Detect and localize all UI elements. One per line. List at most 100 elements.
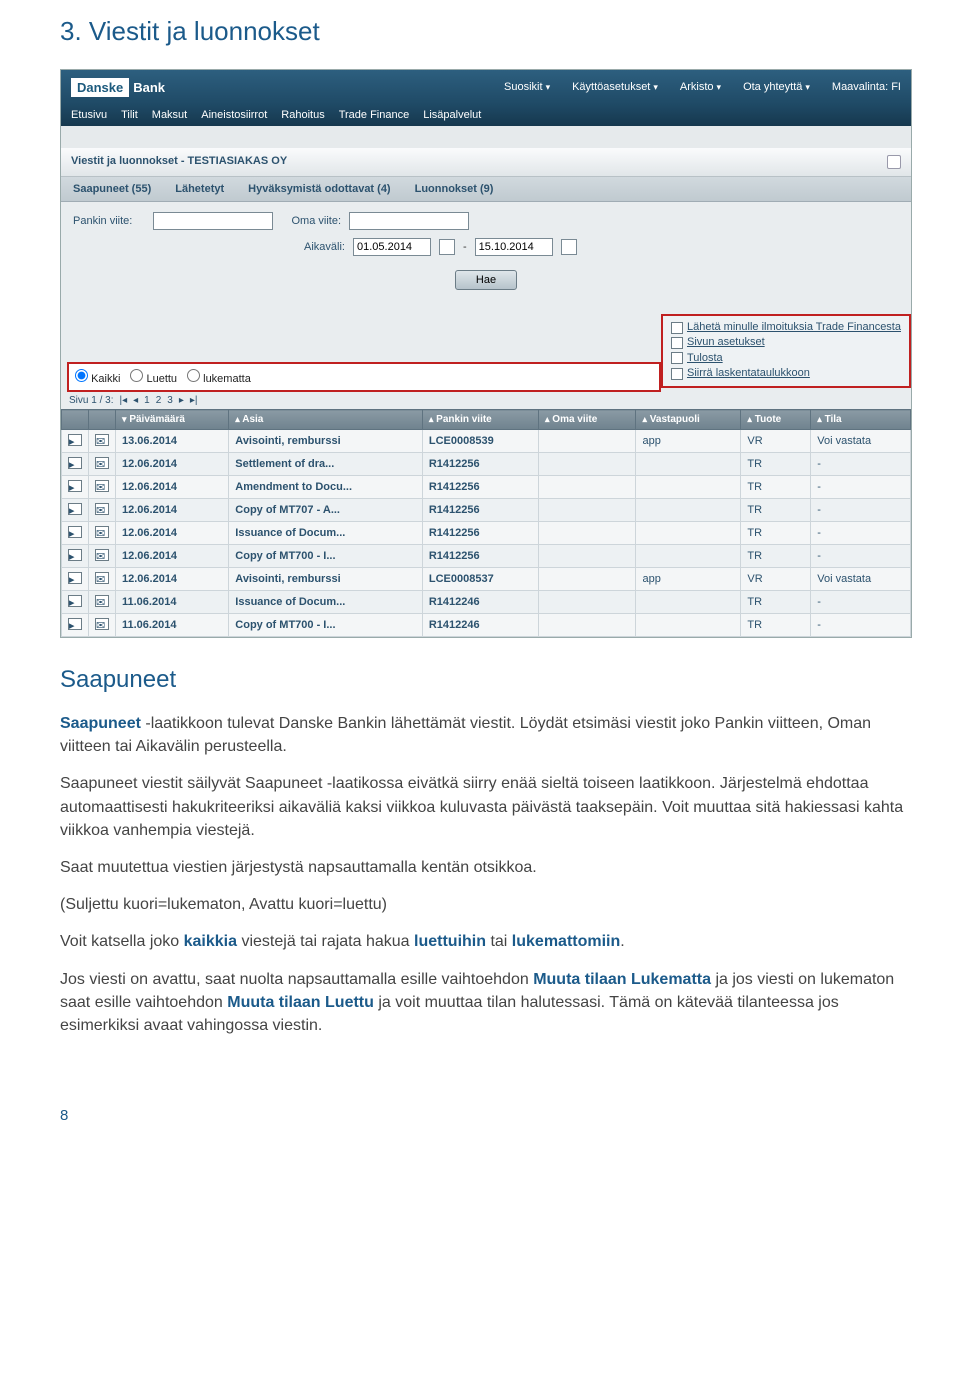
col-tila[interactable]: ▴ Tila: [811, 410, 911, 430]
col-vastapuoli[interactable]: ▴ Vastapuoli: [636, 410, 741, 430]
action-sivun[interactable]: Sivun asetukset: [687, 335, 765, 350]
cell-subject[interactable]: Copy of MT700 - I...: [229, 545, 423, 568]
nav-rahoitus[interactable]: Rahoitus: [281, 109, 324, 121]
cell-subject[interactable]: Settlement of dra...: [229, 453, 423, 476]
table-row[interactable]: ▸✉12.06.2014Amendment to Docu...R1412256…: [62, 476, 911, 499]
nav-bar: Etusivu Tilit Maksut Aineistosiirrot Rah…: [61, 104, 911, 126]
pager-first-icon[interactable]: |◂: [119, 395, 127, 406]
print-icon: [671, 352, 683, 364]
menu-kayttoasetukset[interactable]: Käyttöasetukset▾: [572, 81, 658, 93]
expand-icon[interactable]: ▸: [68, 457, 82, 469]
tabs: Saapuneet (55) Lähetetyt Hyväksymistä od…: [61, 177, 911, 202]
radio-luettu[interactable]: Luettu: [130, 369, 177, 385]
cell-subject[interactable]: Copy of MT700 - I...: [229, 614, 423, 637]
cell-subject[interactable]: Issuance of Docum...: [229, 522, 423, 545]
cell-own: [538, 545, 636, 568]
expand-icon[interactable]: ▸: [68, 595, 82, 607]
cell-subject[interactable]: Issuance of Docum...: [229, 591, 423, 614]
tab-saapuneet[interactable]: Saapuneet (55): [73, 183, 151, 195]
oma-viite-input[interactable]: [349, 212, 469, 230]
cell-date: 12.06.2014: [116, 522, 229, 545]
nav-aineistosiirrot[interactable]: Aineistosiirrot: [201, 109, 267, 121]
expand-icon[interactable]: ▸: [68, 480, 82, 492]
cell-ref: LCE0008539: [422, 430, 538, 453]
col-oma-viite[interactable]: ▴ Oma viite: [538, 410, 636, 430]
menu-arkisto[interactable]: Arkisto▾: [680, 81, 721, 93]
tab-hyvaksymista[interactable]: Hyväksymistä odottavat (4): [248, 183, 390, 195]
date-to-input[interactable]: [475, 238, 553, 256]
table-row[interactable]: ▸✉12.06.2014Copy of MT700 - I...R1412256…: [62, 545, 911, 568]
table-row[interactable]: ▸✉12.06.2014Issuance of Docum...R1412256…: [62, 522, 911, 545]
oma-viite-label: Oma viite:: [281, 215, 341, 227]
pager-page[interactable]: 2: [156, 395, 162, 406]
cell-ref: R1412256: [422, 453, 538, 476]
nav-lisapalvelut[interactable]: Lisäpalvelut: [423, 109, 481, 121]
col-asia[interactable]: ▴ Asia: [229, 410, 423, 430]
expand-icon[interactable]: ▸: [68, 549, 82, 561]
pager-page[interactable]: 1: [144, 395, 150, 406]
action-tulosta[interactable]: Tulosta: [687, 351, 723, 366]
menu-suosikit[interactable]: Suosikit▾: [504, 81, 550, 93]
pager-next-icon[interactable]: ▸: [179, 395, 184, 406]
cell-date: 12.06.2014: [116, 453, 229, 476]
envelope-icon[interactable]: ✉: [95, 572, 109, 584]
envelope-icon[interactable]: ✉: [95, 457, 109, 469]
pager-prev-icon[interactable]: ◂: [133, 395, 138, 406]
radio-kaikki[interactable]: Kaikki: [75, 369, 120, 385]
cell-subject[interactable]: Amendment to Docu...: [229, 476, 423, 499]
nav-etusivu[interactable]: Etusivu: [71, 109, 107, 121]
tab-luonnokset[interactable]: Luonnokset (9): [415, 183, 494, 195]
expand-icon[interactable]: ▸: [68, 526, 82, 538]
menu-maavalinta[interactable]: Maavalinta: FI: [832, 81, 901, 93]
pager-page[interactable]: 3: [167, 395, 173, 406]
table-row[interactable]: ▸✉11.06.2014Copy of MT700 - I...R1412246…: [62, 614, 911, 637]
col-paivamaara[interactable]: ▾ Päivämäärä: [116, 410, 229, 430]
chevron-down-icon: ▾: [805, 82, 810, 93]
table-row[interactable]: ▸✉11.06.2014Issuance of Docum...R1412246…: [62, 591, 911, 614]
action-siirra[interactable]: Siirrä laskentataulukkoon: [687, 366, 810, 381]
table-row[interactable]: ▸ ✉ 12.06.2014Settlement of dra...R1412256…: [62, 453, 911, 476]
aikavali-label: Aikaväli:: [165, 241, 345, 253]
cell-subject[interactable]: Avisointi, remburssi: [229, 430, 423, 453]
table-row[interactable]: ▸✉12.06.2014Avisointi, remburssiLCE00085…: [62, 568, 911, 591]
pager-last-icon[interactable]: ▸|: [190, 395, 198, 406]
expand-icon[interactable]: ▸: [68, 572, 82, 584]
help-icon[interactable]: [887, 155, 901, 169]
envelope-icon[interactable]: ✉: [95, 549, 109, 561]
col-tuote[interactable]: ▴ Tuote: [741, 410, 811, 430]
menu-ota-yhteytta[interactable]: Ota yhteyttä▾: [743, 81, 810, 93]
action-laheta[interactable]: Lähetä minulle ilmoituksia Trade Finance…: [687, 320, 901, 335]
envelope-icon[interactable]: ✉: [95, 595, 109, 607]
envelope-icon[interactable]: ✉: [95, 434, 109, 446]
chevron-down-icon: ▾: [717, 82, 722, 93]
cell-subject[interactable]: Copy of MT707 - A...: [229, 499, 423, 522]
nav-maksut[interactable]: Maksut: [152, 109, 187, 121]
chevron-down-icon: ▾: [546, 82, 551, 93]
date-from-input[interactable]: [353, 238, 431, 256]
expand-icon[interactable]: ▸: [68, 503, 82, 515]
radio-lukematta[interactable]: lukematta: [187, 369, 251, 385]
nav-tilit[interactable]: Tilit: [121, 109, 138, 121]
pankin-viite-input[interactable]: [153, 212, 273, 230]
table-row[interactable]: ▸✉13.06.2014Avisointi, remburssiLCE00085…: [62, 430, 911, 453]
envelope-icon[interactable]: ✉: [95, 618, 109, 630]
nav-trade-finance[interactable]: Trade Finance: [339, 109, 410, 121]
hae-button[interactable]: Hae: [455, 270, 517, 290]
expand-icon[interactable]: ▸: [68, 618, 82, 630]
cell-ref: R1412256: [422, 499, 538, 522]
cell-subject[interactable]: Avisointi, remburssi: [229, 568, 423, 591]
tab-lahetetyt[interactable]: Lähetetyt: [175, 183, 224, 195]
cell-counter: [636, 499, 741, 522]
calendar-icon[interactable]: [561, 239, 577, 255]
envelope-icon[interactable]: ✉: [95, 503, 109, 515]
col-pankin-viite[interactable]: ▴ Pankin viite: [422, 410, 538, 430]
cell-status: -: [811, 499, 911, 522]
envelope-icon[interactable]: ✉: [95, 480, 109, 492]
expand-icon[interactable]: ▸: [68, 434, 82, 446]
calendar-icon[interactable]: [439, 239, 455, 255]
logo-brand1: Danske: [71, 78, 129, 97]
envelope-icon[interactable]: ✉: [95, 526, 109, 538]
table-row[interactable]: ▸✉12.06.2014Copy of MT707 - A...R1412256…: [62, 499, 911, 522]
cell-counter: [636, 614, 741, 637]
radio-filter-box: Kaikki Luettu lukematta: [67, 362, 661, 392]
